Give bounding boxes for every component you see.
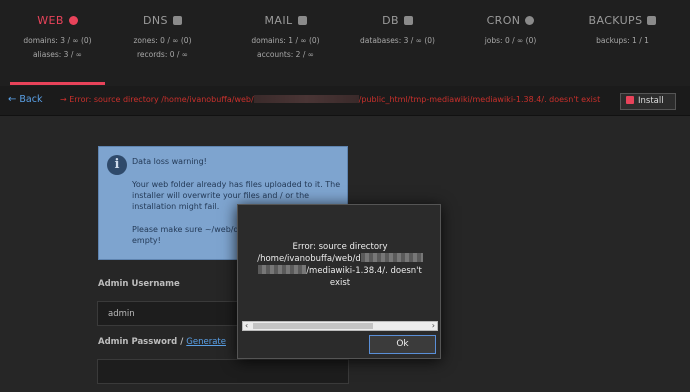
- info-icon: i: [107, 155, 127, 175]
- stat-label: DNS: [143, 14, 168, 27]
- stats-bar: WEB domains: 3 / ∞ (0) aliases: 3 / ∞ DN…: [0, 0, 690, 86]
- stat-line: backups: 1 / 1: [596, 36, 649, 45]
- mail-bulk-icon: [297, 16, 307, 25]
- back-label: Back: [19, 94, 43, 105]
- stat-label: MAIL: [264, 14, 293, 27]
- dialog-line: /home/ivanobuffa/web/d: [257, 254, 361, 264]
- stat-backups[interactable]: BACKUPS backups: 1 / 1: [565, 0, 680, 86]
- redacted-region: [253, 95, 359, 103]
- list-icon: [172, 16, 182, 25]
- chevron-left-icon[interactable]: ‹: [245, 321, 248, 330]
- error-prefix: → Error: source directory /home/ivanobuf…: [60, 95, 254, 104]
- dialog-line: exist: [329, 278, 351, 288]
- stat-line: domains: 3 / ∞ (0): [23, 36, 92, 45]
- stat-cron[interactable]: CRON jobs: 0 / ∞ (0): [453, 0, 568, 86]
- install-button[interactable]: Install: [620, 93, 676, 110]
- dialog-message: Error: source directory /home/ivanobuffa…: [252, 241, 428, 289]
- error-message: → Error: source directory /home/ivanobuf…: [60, 95, 600, 104]
- generate-link[interactable]: Generate: [186, 337, 226, 347]
- database-icon: [403, 16, 413, 25]
- stat-line: aliases: 3 / ∞: [32, 50, 82, 59]
- stat-mail[interactable]: MAIL domains: 1 / ∞ (0) accounts: 2 / ∞: [228, 0, 343, 86]
- install-label: Install: [638, 96, 664, 106]
- dialog-line: Error: source directory: [292, 242, 388, 252]
- admin-password-input[interactable]: [97, 359, 349, 384]
- clock-icon: [525, 16, 535, 25]
- stat-db[interactable]: DB databases: 3 / ∞ (0): [340, 0, 455, 86]
- arrow-left-icon: ←: [8, 94, 17, 105]
- horizontal-scrollbar[interactable]: ‹ ›: [242, 321, 438, 331]
- scrollbar-thumb[interactable]: [253, 323, 373, 329]
- stat-label: BACKUPS: [588, 14, 643, 27]
- chevron-right-icon[interactable]: ›: [432, 321, 435, 330]
- stat-line: domains: 1 / ∞ (0): [251, 36, 320, 45]
- save-icon: [626, 96, 634, 104]
- stat-label: WEB: [37, 14, 64, 27]
- back-button[interactable]: ← Back: [8, 94, 42, 105]
- dialog-line: /mediawiki-1.38.4/. doesn't: [306, 266, 422, 276]
- stat-line: records: 0 / ∞: [136, 50, 189, 59]
- redacted-region: [360, 253, 423, 262]
- error-dialog: Error: source directory /home/ivanobuffa…: [237, 204, 441, 359]
- stat-line: zones: 0 / ∞ (0): [133, 36, 192, 45]
- stat-label: CRON: [486, 14, 521, 27]
- redacted-region: [258, 265, 307, 274]
- active-tab-indicator: [10, 82, 105, 85]
- stat-line: jobs: 0 / ∞ (0): [484, 36, 537, 45]
- error-suffix: /public_html/tmp-mediawiki/mediawiki-1.3…: [358, 95, 601, 104]
- stat-line: databases: 3 / ∞ (0): [360, 36, 435, 45]
- stat-line: accounts: 2 / ∞: [256, 50, 314, 59]
- stat-label: DB: [382, 14, 399, 27]
- stat-web[interactable]: WEB domains: 3 / ∞ (0) aliases: 3 / ∞: [0, 0, 115, 86]
- toolbar: ← Back → Error: source directory /home/iv…: [0, 86, 690, 116]
- password-label-text: Admin Password /: [98, 337, 187, 347]
- admin-username-label: Admin Username: [98, 279, 180, 289]
- stat-dns[interactable]: DNS zones: 0 / ∞ (0) records: 0 / ∞: [105, 0, 220, 86]
- warning-title: Data loss warning!: [132, 157, 207, 166]
- globe-icon: [68, 16, 78, 25]
- file-archive-icon: [647, 16, 657, 25]
- ok-button[interactable]: Ok: [369, 335, 436, 354]
- admin-password-label: Admin Password / Generate: [98, 337, 226, 347]
